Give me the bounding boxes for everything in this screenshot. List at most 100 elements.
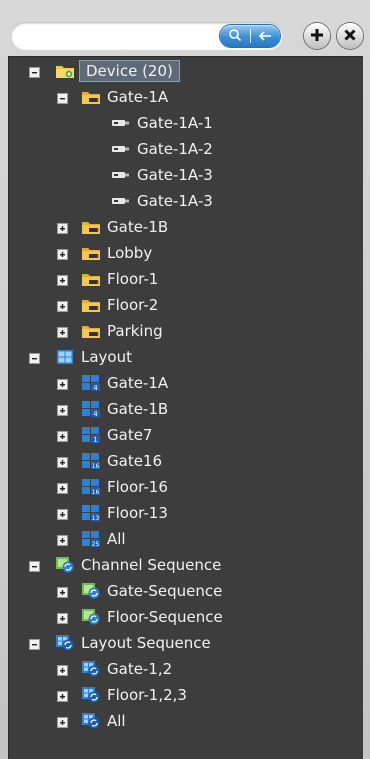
app-frame: Device (20) Gate-1A Gate-1A-1 Gate-1A-2 …: [0, 0, 370, 759]
expand-toggle[interactable]: [58, 458, 67, 467]
add-button[interactable]: [304, 23, 330, 49]
tree-label: Gate-Sequence: [107, 582, 223, 600]
collapse-toggle[interactable]: [30, 354, 39, 363]
tree-node-camera[interactable]: Gate-1A-1: [111, 111, 213, 135]
expand-toggle[interactable]: [58, 224, 67, 233]
layout-sequence-icon: [81, 686, 101, 704]
tree-label: Floor-2: [107, 296, 159, 314]
tree-node-sequence[interactable]: Floor-1,2,3: [81, 683, 187, 707]
camera-icon: [111, 166, 131, 184]
tree-node-group[interactable]: Parking: [81, 319, 163, 343]
tree-node-layout[interactable]: 4 Gate-1B: [81, 397, 168, 421]
tree-node-group[interactable]: Gate-1A: [81, 85, 168, 109]
x-circle-icon: [343, 27, 357, 46]
search-input[interactable]: [21, 26, 215, 48]
device-group-folder-icon: [81, 244, 101, 262]
tree-node-sequence[interactable]: Floor-Sequence: [81, 605, 223, 629]
channel-sequence-icon: [81, 608, 101, 626]
expand-toggle[interactable]: [58, 588, 67, 597]
remove-button[interactable]: [337, 23, 363, 49]
layout-badge: 4: [93, 410, 98, 418]
layout-badge: 16: [92, 463, 100, 470]
tree-label: Device (20): [79, 60, 180, 82]
layout-sequence-icon: [81, 660, 101, 678]
layout-sequence-icon: [55, 634, 75, 652]
tree-label: All: [107, 712, 126, 730]
tree-label: Floor-16: [107, 478, 168, 496]
clear-search-button[interactable]: [251, 25, 281, 47]
tree-node-sequence[interactable]: Gate-1,2: [81, 657, 172, 681]
tree-node-camera[interactable]: Gate-1A-2: [111, 137, 213, 161]
tree-label: Gate-1B: [107, 400, 169, 418]
tree-node-layout-sequence-root[interactable]: Layout Sequence: [55, 631, 211, 655]
device-group-folder-icon: [81, 88, 101, 106]
tree-label: Gate-1,2: [107, 660, 173, 678]
collapse-toggle[interactable]: [30, 562, 39, 571]
layout-icon: 16: [81, 452, 101, 470]
tree-node-layout[interactable]: 25 All: [81, 527, 126, 551]
device-group-folder-icon: [81, 296, 101, 314]
camera-icon: [111, 192, 131, 210]
expand-toggle[interactable]: [58, 536, 67, 545]
device-tree: Device (20) Gate-1A Gate-1A-1 Gate-1A-2 …: [8, 56, 363, 759]
tree-node-layout[interactable]: 4 Gate-1A: [81, 371, 168, 395]
collapse-toggle[interactable]: [30, 68, 39, 77]
tree-label: Gate-1A-3: [137, 192, 213, 210]
layout-icon: 13: [81, 504, 101, 522]
expand-toggle[interactable]: [58, 692, 67, 701]
device-folder-icon: [55, 62, 75, 80]
expand-toggle[interactable]: [58, 614, 67, 623]
tree-node-layout[interactable]: 13 Floor-13: [81, 501, 168, 525]
tree-node-group[interactable]: Lobby: [81, 241, 152, 265]
tree-label: Floor-1: [107, 270, 159, 288]
device-group-folder-icon: [81, 270, 101, 288]
tree-node-channel-sequence-root[interactable]: Channel Sequence: [55, 553, 221, 577]
tree-node-layout[interactable]: 16 Floor-16: [81, 475, 168, 499]
arrow-left-icon: [258, 27, 272, 46]
tree-node-camera[interactable]: Gate-1A-3: [111, 189, 213, 213]
camera-icon: [111, 140, 131, 158]
expand-toggle[interactable]: [58, 302, 67, 311]
tree-node-sequence[interactable]: All: [81, 709, 126, 733]
tree-node-group[interactable]: Floor-2: [81, 293, 158, 317]
tree-node-group[interactable]: Floor-1: [81, 267, 158, 291]
tree-node-group[interactable]: Gate-1B: [81, 215, 168, 239]
tree-node-layout-root[interactable]: Layout: [55, 345, 132, 369]
tree-label: Gate7: [107, 426, 153, 444]
collapse-toggle[interactable]: [58, 94, 67, 103]
layout-icon: 16: [81, 478, 101, 496]
tree-node-layout[interactable]: 1 Gate7: [81, 423, 152, 447]
expand-toggle[interactable]: [58, 406, 67, 415]
tree-node-sequence[interactable]: Gate-Sequence: [81, 579, 222, 603]
layout-icon: 4: [81, 374, 101, 392]
tree-node-device-root[interactable]: Device (20): [55, 59, 180, 83]
tree-label: Floor-13: [107, 504, 168, 522]
device-group-folder-icon: [81, 322, 101, 340]
expand-toggle[interactable]: [58, 250, 67, 259]
tree-label: Gate16: [107, 452, 163, 470]
tree-label: Floor-1,2,3: [107, 686, 187, 704]
tree-label: Lobby: [107, 244, 153, 262]
tree-label: Floor-Sequence: [107, 608, 223, 626]
tree-node-camera[interactable]: Gate-1A-3: [111, 163, 213, 187]
collapse-toggle[interactable]: [30, 640, 39, 649]
tree-label: Gate-1A-2: [137, 140, 213, 158]
layout-icon: 4: [81, 400, 101, 418]
expand-toggle[interactable]: [58, 380, 67, 389]
tree-label: Layout Sequence: [81, 634, 211, 652]
layout-badge: 16: [92, 489, 100, 496]
expand-toggle[interactable]: [58, 328, 67, 337]
tree-label: Gate-1B: [107, 218, 169, 236]
tree-label: Gate-1A-1: [137, 114, 213, 132]
expand-toggle[interactable]: [58, 718, 67, 727]
tree-label: Parking: [107, 322, 163, 340]
expand-toggle[interactable]: [58, 484, 67, 493]
expand-toggle[interactable]: [58, 510, 67, 519]
tree-node-layout[interactable]: 16 Gate16: [81, 449, 162, 473]
expand-toggle[interactable]: [58, 276, 67, 285]
expand-toggle[interactable]: [58, 432, 67, 441]
tree-label: Channel Sequence: [81, 556, 222, 574]
search-button[interactable]: [220, 25, 250, 47]
expand-toggle[interactable]: [58, 666, 67, 675]
layout-badge: 1: [93, 436, 97, 444]
